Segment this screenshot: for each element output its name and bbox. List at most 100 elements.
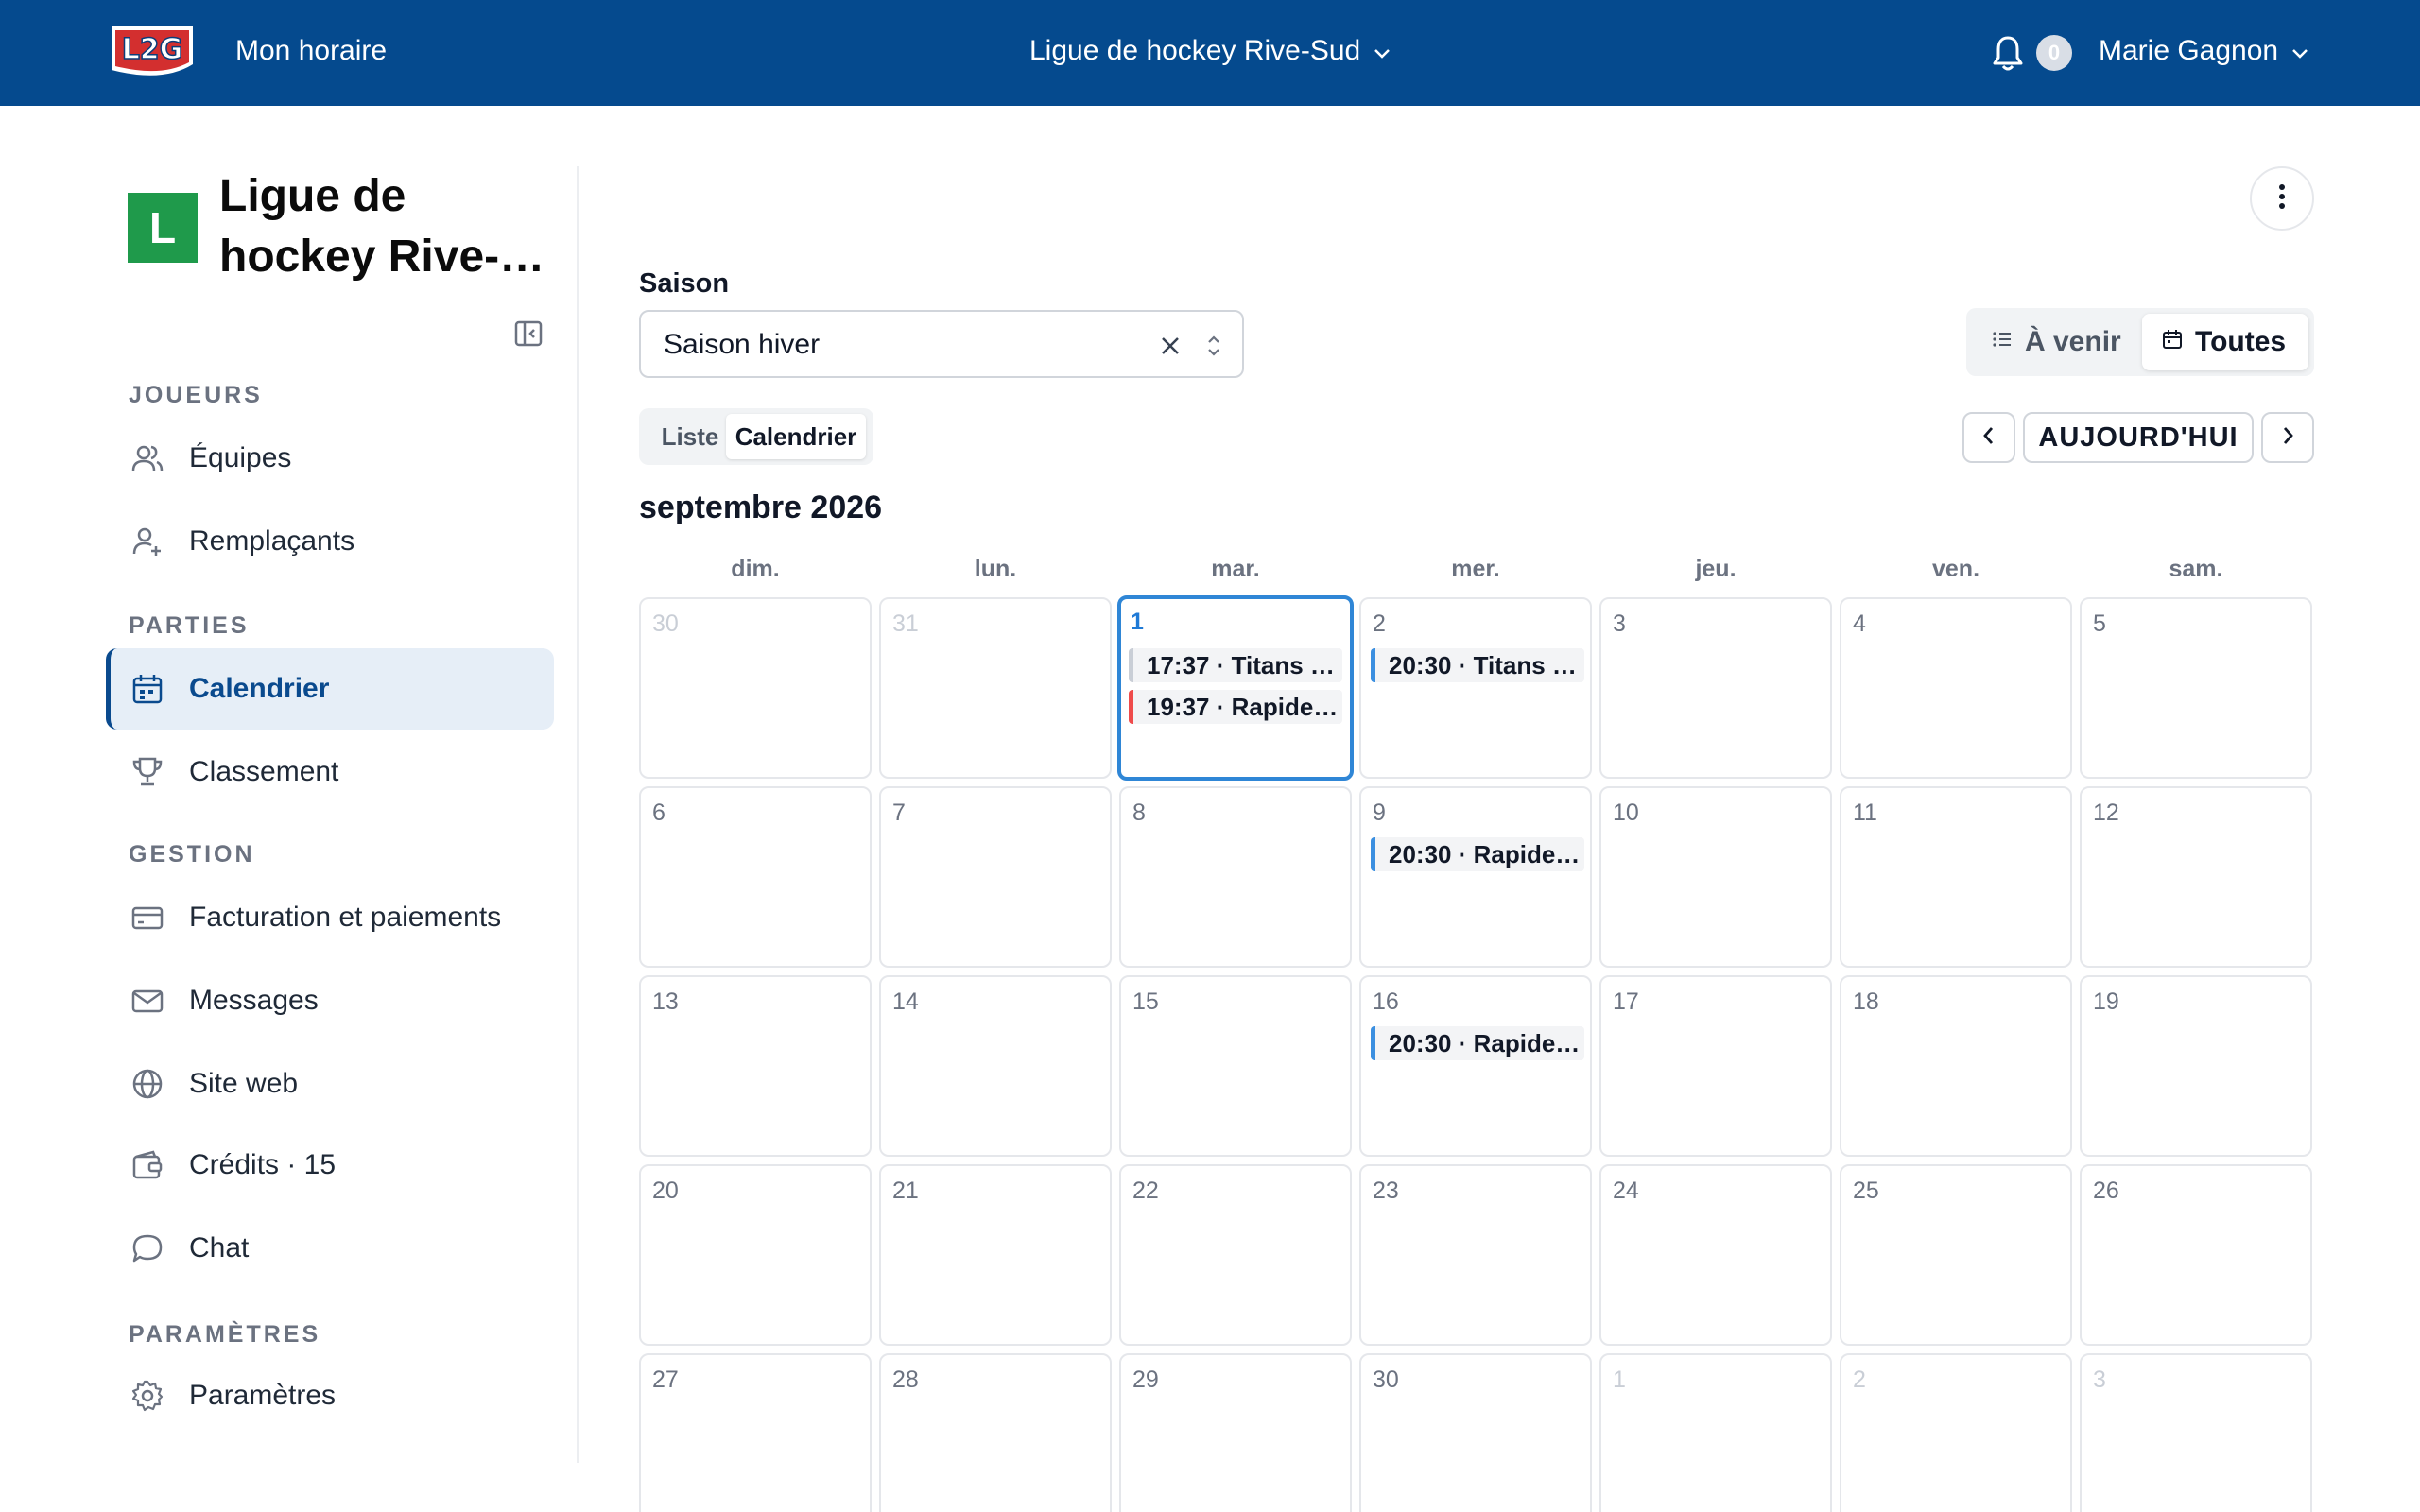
org-name: Ligue de hockey Rive-… xyxy=(219,171,545,282)
section-label-games: PARTIES xyxy=(129,612,250,639)
sidebar-item-standings[interactable]: Classement xyxy=(106,731,554,813)
calendar-day-cell-today[interactable]: 1 17:37 · Titans … 19:37 · Rapide… xyxy=(1117,595,1354,781)
calendar-day-cell[interactable]: 4 xyxy=(1840,597,2072,779)
sidebar-item-label: Messages xyxy=(189,985,319,1016)
calendar-day-cell[interactable]: 26 xyxy=(2080,1164,2312,1346)
filter-all-label: Toutes xyxy=(2195,326,2287,357)
day-number: 2 xyxy=(1853,1366,1866,1393)
next-month-button[interactable] xyxy=(2261,412,2314,463)
mail-icon xyxy=(129,982,166,1020)
view-list-tab[interactable]: Liste xyxy=(647,414,734,459)
weekday-header: mer. xyxy=(1451,556,1500,582)
day-number: 12 xyxy=(2093,799,2119,826)
calendar-day-cell[interactable]: 13 xyxy=(639,975,872,1157)
season-select[interactable]: Saison hiver xyxy=(639,310,1244,378)
day-number: 9 xyxy=(1373,799,1386,826)
section-label-settings: PARAMÈTRES xyxy=(129,1321,321,1348)
day-number: 4 xyxy=(1853,610,1866,637)
sidebar-item-substitutes[interactable]: Remplaçants xyxy=(106,501,554,582)
calendar-day-cell[interactable]: 10 xyxy=(1599,786,1832,968)
calendar-day-cell[interactable]: 12 xyxy=(2080,786,2312,968)
calendar-day-cell[interactable]: 29 xyxy=(1119,1353,1352,1512)
calendar-day-cell[interactable]: 2 xyxy=(1840,1353,2072,1512)
event-chip[interactable]: 20:30 · Titans … xyxy=(1371,648,1584,682)
event-chip[interactable]: 17:37 · Titans … xyxy=(1129,648,1342,682)
calendar-day-cell[interactable]: 7 xyxy=(879,786,1112,968)
event-chip[interactable]: 19:37 · Rapide… xyxy=(1129,690,1342,724)
sidebar-item-settings[interactable]: Paramètres xyxy=(106,1355,554,1436)
day-number: 30 xyxy=(1373,1366,1399,1393)
calendar-day-cell[interactable]: 2 20:30 · Titans … xyxy=(1359,597,1592,779)
sidebar-item-calendar[interactable]: Calendrier xyxy=(106,648,554,730)
filter-all-button[interactable]: Toutes xyxy=(2142,314,2308,370)
calendar-day-cell[interactable]: 15 xyxy=(1119,975,1352,1157)
calendar-day-cell[interactable]: 27 xyxy=(639,1353,872,1512)
sidebar-item-teams[interactable]: Équipes xyxy=(106,418,554,499)
calendar-icon xyxy=(2161,326,2184,358)
user-plus-icon xyxy=(129,523,166,560)
sidebar-item-label: Facturation et paiements xyxy=(189,902,502,933)
calendar-day-cell[interactable]: 23 xyxy=(1359,1164,1592,1346)
calendar-day-cell[interactable]: 3 xyxy=(2080,1353,2312,1512)
day-number: 17 xyxy=(1613,988,1639,1015)
calendar-day-cell[interactable]: 30 xyxy=(1359,1353,1592,1512)
calendar-day-cell[interactable]: 17 xyxy=(1599,975,1832,1157)
calendar-day-cell[interactable]: 30 xyxy=(639,597,872,779)
calendar-day-cell[interactable]: 14 xyxy=(879,975,1112,1157)
day-number: 15 xyxy=(1132,988,1159,1015)
calendar-day-cell[interactable]: 9 20:30 · Rapide… xyxy=(1359,786,1592,968)
calendar-day-cell[interactable]: 22 xyxy=(1119,1164,1352,1346)
calendar-day-cell[interactable]: 3 xyxy=(1599,597,1832,779)
app-logo[interactable]: L2G xyxy=(106,21,199,83)
sidebar-item-messages[interactable]: Messages xyxy=(106,960,554,1041)
sidebar-item-label: Site web xyxy=(189,1068,299,1099)
previous-month-button[interactable] xyxy=(1962,412,2015,463)
sidebar-item-chat[interactable]: Chat xyxy=(106,1208,554,1289)
collapse-sidebar-icon[interactable] xyxy=(513,318,544,349)
globe-icon xyxy=(129,1065,166,1103)
sidebar-item-credits[interactable]: Crédits · 15 xyxy=(106,1125,554,1206)
user-name: Marie Gagnon xyxy=(2099,35,2279,66)
calendar-day-cell[interactable]: 21 xyxy=(879,1164,1112,1346)
more-options-button[interactable] xyxy=(2250,166,2314,231)
day-number: 20 xyxy=(652,1177,679,1204)
calendar-day-cell[interactable]: 11 xyxy=(1840,786,2072,968)
calendar-day-cell[interactable]: 18 xyxy=(1840,975,2072,1157)
day-number: 3 xyxy=(1613,610,1626,637)
calendar-day-cell[interactable]: 31 xyxy=(879,597,1112,779)
filter-upcoming-button[interactable]: À venir xyxy=(1972,314,2140,370)
event-chip[interactable]: 20:30 · Rapide… xyxy=(1371,1026,1584,1060)
sidebar-item-website[interactable]: Site web xyxy=(106,1043,554,1125)
calendar-day-cell[interactable]: 28 xyxy=(879,1353,1112,1512)
day-number: 7 xyxy=(892,799,906,826)
day-number: 14 xyxy=(892,988,919,1015)
clear-icon[interactable] xyxy=(1155,331,1185,361)
day-number: 11 xyxy=(1853,799,1877,826)
bell-icon[interactable] xyxy=(1991,34,2025,72)
calendar-day-cell[interactable]: 25 xyxy=(1840,1164,2072,1346)
league-switcher[interactable]: Ligue de hockey Rive-Sud xyxy=(1029,32,1391,70)
today-button[interactable]: AUJOURD'HUI xyxy=(2023,412,2254,463)
day-number: 13 xyxy=(652,988,679,1015)
sidebar-item-billing[interactable]: Facturation et paiements xyxy=(106,877,554,958)
schedule-filter: À venir Toutes xyxy=(1966,308,2314,376)
view-calendar-tab[interactable]: Calendrier xyxy=(726,414,866,459)
calendar-day-cell[interactable]: 6 xyxy=(639,786,872,968)
event-chip[interactable]: 20:30 · Rapide… xyxy=(1371,837,1584,871)
calendar-day-cell[interactable]: 19 xyxy=(2080,975,2312,1157)
day-number: 28 xyxy=(892,1366,919,1393)
credit-card-icon xyxy=(129,899,166,936)
calendar-day-cell[interactable]: 8 xyxy=(1119,786,1352,968)
day-number: 3 xyxy=(2093,1366,2106,1393)
app-title[interactable]: Mon horaire xyxy=(235,32,387,70)
weekday-header: sam. xyxy=(2169,556,2223,582)
calendar-day-cell[interactable]: 5 xyxy=(2080,597,2312,779)
calendar-day-cell[interactable]: 24 xyxy=(1599,1164,1832,1346)
calendar-day-cell[interactable]: 1 xyxy=(1599,1353,1832,1512)
sidebar-item-label: Équipes xyxy=(189,442,292,473)
calendar-day-cell[interactable]: 16 20:30 · Rapide… xyxy=(1359,975,1592,1157)
user-menu[interactable]: Marie Gagnon xyxy=(2099,32,2308,70)
day-number: 29 xyxy=(1132,1366,1159,1393)
calendar-day-cell[interactable]: 20 xyxy=(639,1164,872,1346)
weekday-header: dim. xyxy=(731,556,780,582)
